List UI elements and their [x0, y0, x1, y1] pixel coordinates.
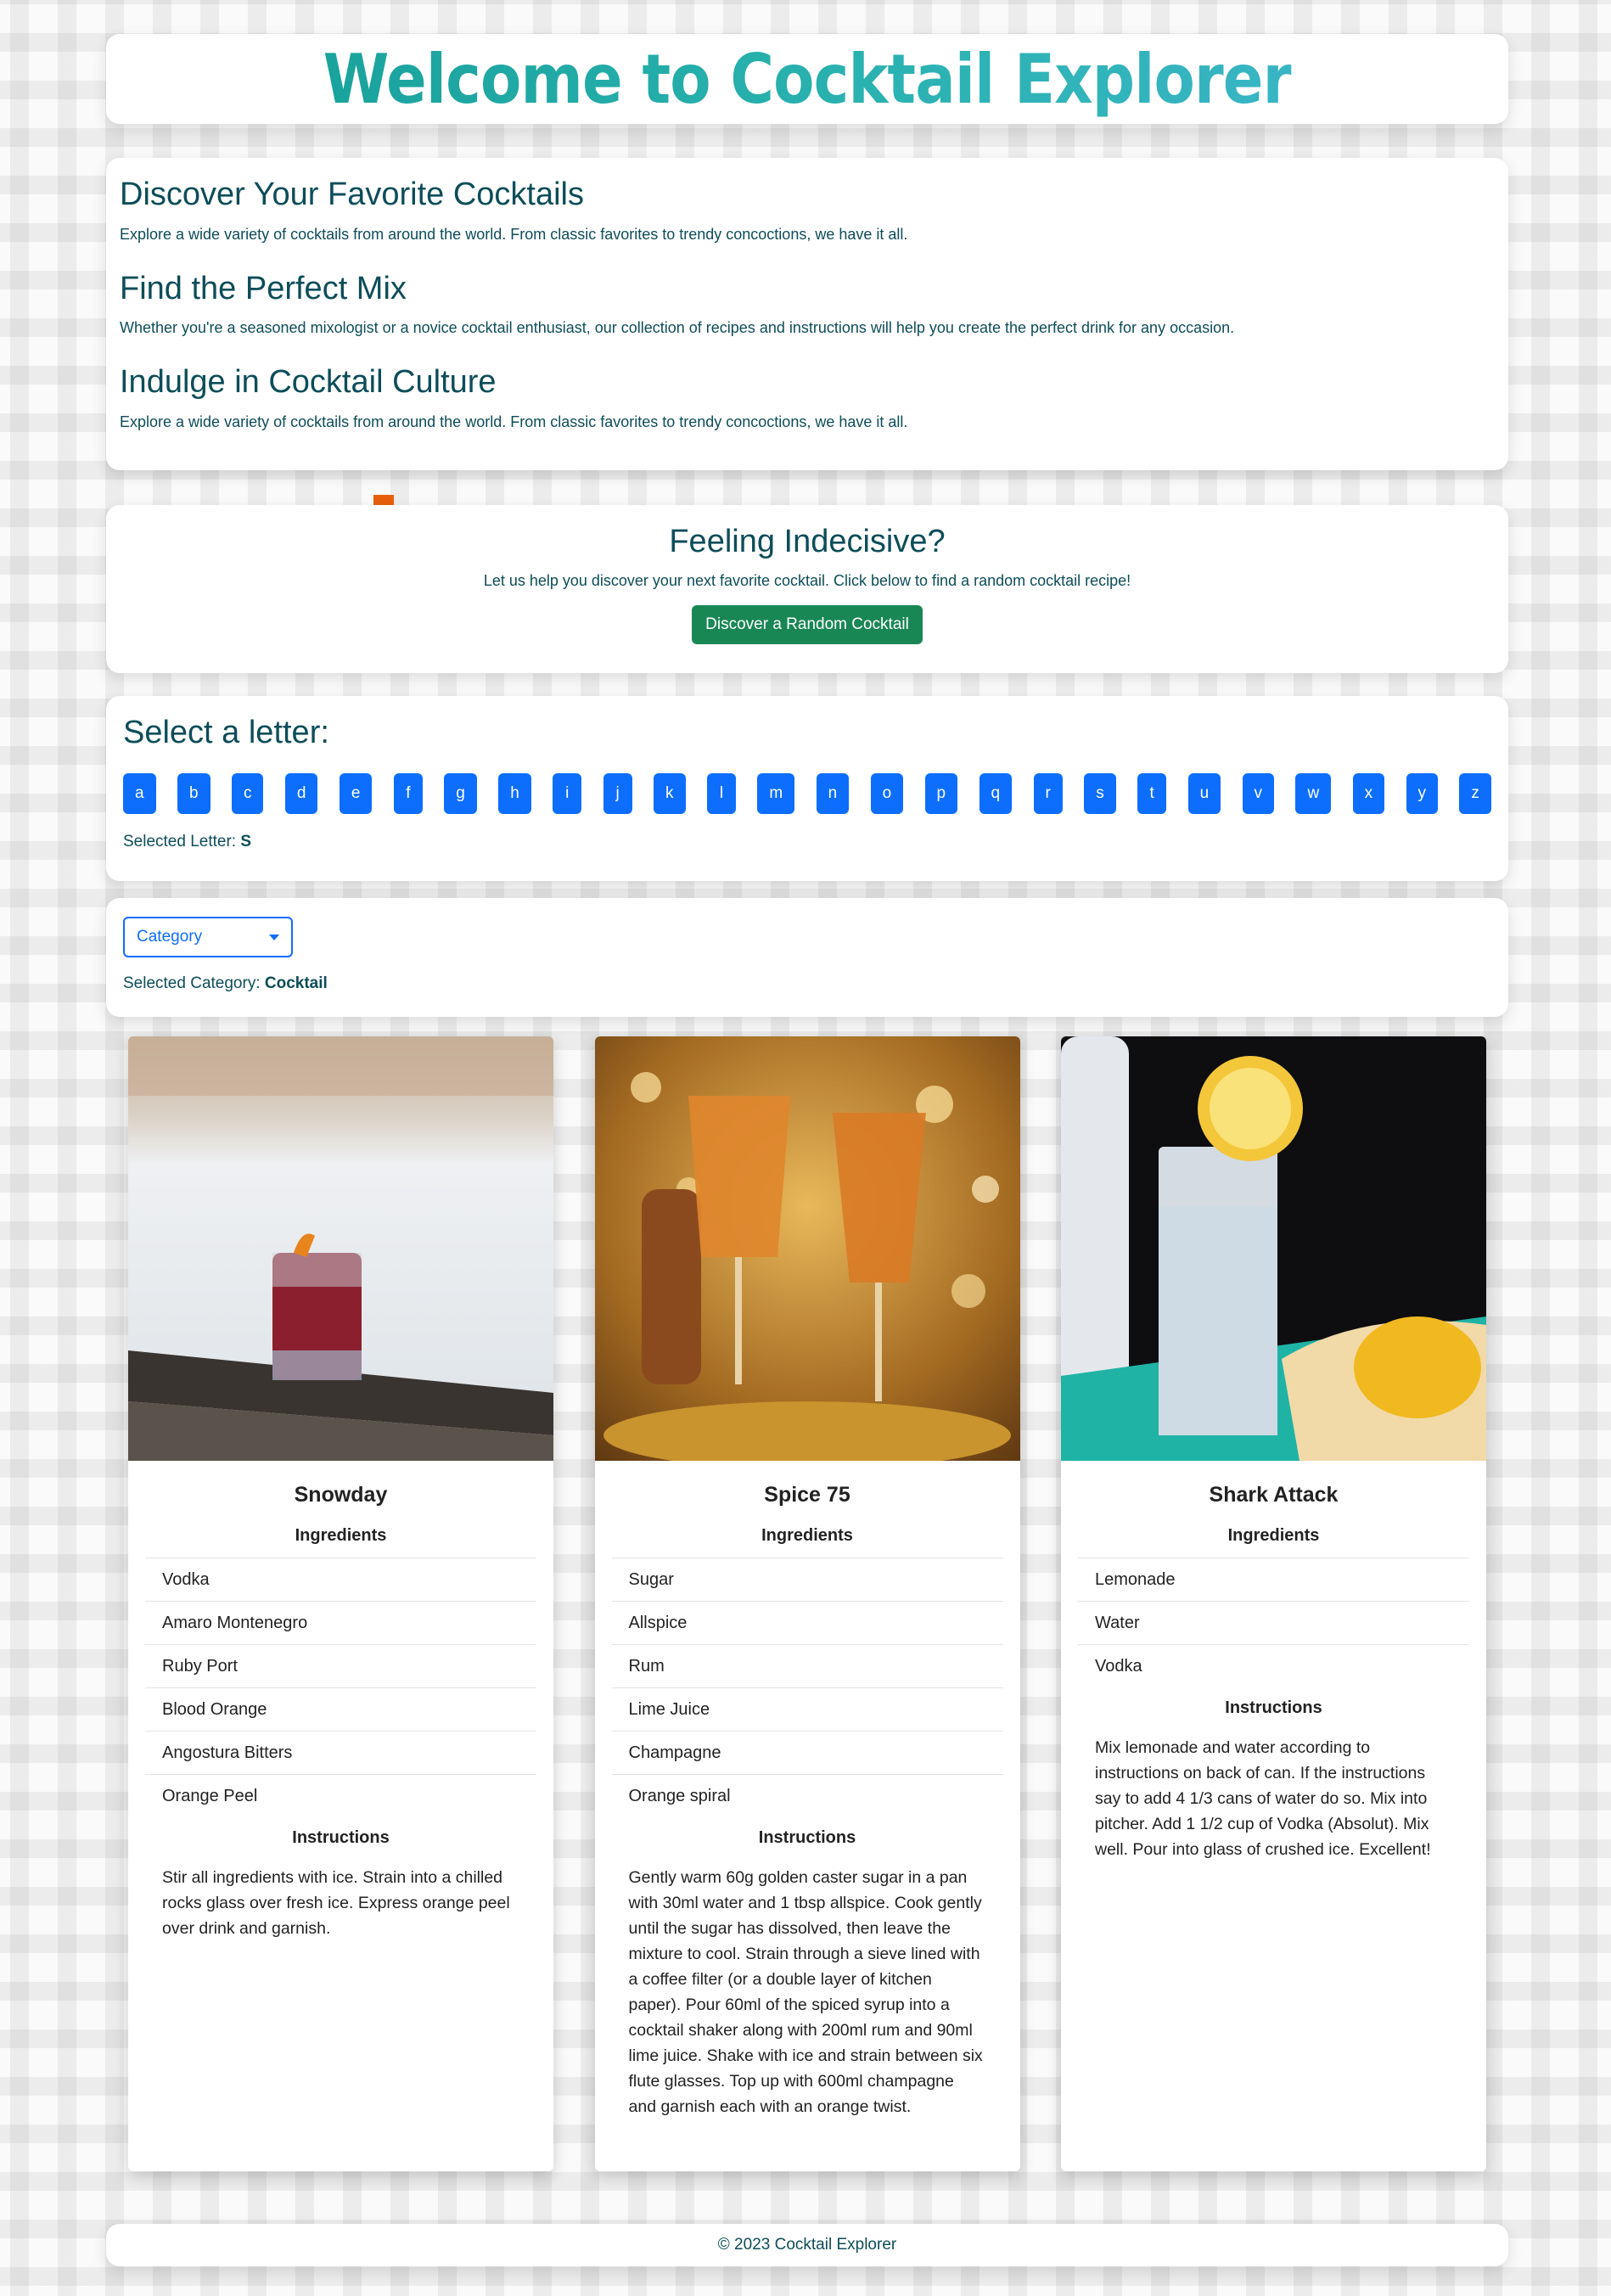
ingredients-heading: Ingredients [761, 1526, 853, 1545]
drink-photo [594, 1036, 1020, 1461]
ingredient-item: Allspice [611, 1602, 1003, 1645]
category-dropdown[interactable]: Category [123, 917, 293, 957]
footer-text: © 2023 Cocktail Explorer [717, 2236, 897, 2254]
ingredient-item: Vodka [145, 1558, 536, 1602]
ingredient-item: Rum [611, 1645, 1003, 1688]
letter-button-r[interactable]: r [1033, 773, 1063, 814]
letter-button-v[interactable]: v [1242, 773, 1275, 814]
drink-name: Shark Attack [1209, 1483, 1339, 1507]
ingredient-item: Sugar [611, 1558, 1003, 1602]
intro-text-3: Explore a wide variety of cocktails from… [120, 413, 908, 431]
selected-category-label: Selected Category: [123, 974, 261, 992]
caret-down-icon [269, 934, 279, 940]
letter-select-heading: Select a letter: [123, 715, 329, 750]
letter-button-m[interactable]: m [757, 773, 795, 814]
instructions-text: Gently warm 60g golden caster sugar in a… [628, 1868, 983, 2116]
ingredient-item: Blood Orange [145, 1688, 536, 1732]
letter-button-row: abcdefghijklmnopqrstuvwxyz [123, 773, 1491, 814]
instructions-text: Mix lemonade and water according to inst… [1095, 1738, 1431, 1859]
selected-letter-label: Selected Letter: [123, 833, 237, 850]
random-card: Feeling Indecisive? Let us help you disc… [106, 505, 1508, 673]
intro-heading-2: Find the Perfect Mix [120, 270, 407, 306]
letter-button-b[interactable]: b [177, 773, 210, 814]
site-title: Welcome to Cocktail Explorer [323, 39, 1293, 119]
letter-button-l[interactable]: l [706, 773, 736, 814]
ingredient-item: Lemonade [1078, 1558, 1469, 1602]
selected-letter-value: S [240, 833, 252, 850]
letter-button-j[interactable]: j [603, 773, 632, 814]
category-dropdown-label: Category [137, 928, 203, 946]
intro-card: Discover Your Favorite Cocktails Explore… [106, 158, 1508, 470]
letter-button-z[interactable]: z [1459, 773, 1491, 814]
ingredient-list: Sugar Allspice Rum Lime Juice Champagne … [611, 1558, 1003, 1818]
ingredient-item: Orange Peel [162, 1787, 258, 1805]
ingredient-item: Ruby Port [145, 1645, 536, 1688]
footer: © 2023 Cocktail Explorer [106, 2224, 1508, 2266]
ingredient-item: Angostura Bitters [145, 1732, 536, 1775]
drink-card: Snowday Ingredients Vodka Amaro Monteneg… [128, 1036, 553, 2171]
intro-heading-1: Discover Your Favorite Cocktails [120, 177, 584, 212]
instructions-heading: Instructions [1225, 1698, 1322, 1717]
letter-button-p[interactable]: p [924, 773, 958, 814]
ingredient-item: Water [1078, 1602, 1469, 1645]
drink-name: Snowday [294, 1483, 388, 1507]
letter-button-n[interactable]: n [816, 773, 850, 814]
drink-photo [1061, 1036, 1486, 1461]
ingredient-list: Vodka Amaro Montenegro Ruby Port Blood O… [145, 1558, 536, 1818]
ingredients-heading: Ingredients [1227, 1526, 1320, 1545]
selected-category-value: Cocktail [264, 974, 328, 992]
random-text: Let us help you discover your next favor… [483, 572, 1131, 589]
instructions-heading: Instructions [292, 1828, 390, 1847]
letter-button-k[interactable]: k [654, 773, 686, 814]
selected-category-line: Selected Category: Cocktail [123, 974, 1491, 993]
letter-select-card: Select a letter: abcdefghijklmnopqrstuvw… [106, 696, 1508, 881]
drink-card: Shark Attack Ingredients Lemonade Water … [1061, 1036, 1486, 2171]
instructions-heading: Instructions [758, 1828, 856, 1847]
letter-button-e[interactable]: e [339, 773, 373, 814]
letter-button-w[interactable]: w [1295, 773, 1332, 814]
ingredient-item: Champagne [611, 1732, 1003, 1775]
letter-button-h[interactable]: h [498, 773, 531, 814]
letter-button-q[interactable]: q [979, 773, 1013, 814]
ingredient-item: Vodka [1095, 1657, 1142, 1676]
category-card: Category Selected Category: Cocktail [106, 898, 1508, 1017]
letter-button-y[interactable]: y [1406, 773, 1438, 814]
letter-button-o[interactable]: o [870, 773, 904, 814]
letter-button-t[interactable]: t [1137, 773, 1167, 814]
drink-card-grid: Snowday Ingredients Vodka Amaro Monteneg… [128, 1036, 1486, 2171]
intro-text-2: Whether you're a seasoned mixologist or … [120, 319, 1235, 337]
random-heading: Feeling Indecisive? [669, 524, 946, 559]
selected-letter-line: Selected Letter: S [123, 833, 1491, 851]
ingredient-item: Lime Juice [611, 1688, 1003, 1732]
ingredient-item: Amaro Montenegro [145, 1602, 536, 1645]
letter-button-f[interactable]: f [393, 773, 423, 814]
intro-heading-3: Indulge in Cocktail Culture [120, 364, 497, 401]
instructions-text: Stir all ingredients with ice. Strain in… [162, 1868, 510, 1938]
drink-photo [128, 1036, 553, 1461]
letter-button-u[interactable]: u [1187, 773, 1221, 814]
letter-button-i[interactable]: i [553, 773, 582, 814]
ingredient-item: Orange spiral [628, 1787, 731, 1805]
intro-text-1: Explore a wide variety of cocktails from… [120, 225, 908, 243]
random-cocktail-button[interactable]: Discover a Random Cocktail [692, 605, 923, 644]
header-card: Welcome to Cocktail Explorer [106, 34, 1508, 124]
letter-button-x[interactable]: x [1352, 773, 1385, 814]
ingredients-heading: Ingredients [295, 1526, 387, 1545]
ingredient-list: Lemonade Water Vodka [1078, 1558, 1469, 1688]
letter-button-g[interactable]: g [444, 773, 477, 814]
letter-button-a[interactable]: a [123, 773, 156, 814]
letter-button-c[interactable]: c [231, 773, 264, 814]
drink-name: Spice 75 [764, 1483, 850, 1507]
drink-card: Spice 75 Ingredients Sugar Allspice Rum … [594, 1036, 1020, 2171]
letter-button-s[interactable]: s [1084, 773, 1116, 814]
letter-button-d[interactable]: d [284, 773, 318, 814]
